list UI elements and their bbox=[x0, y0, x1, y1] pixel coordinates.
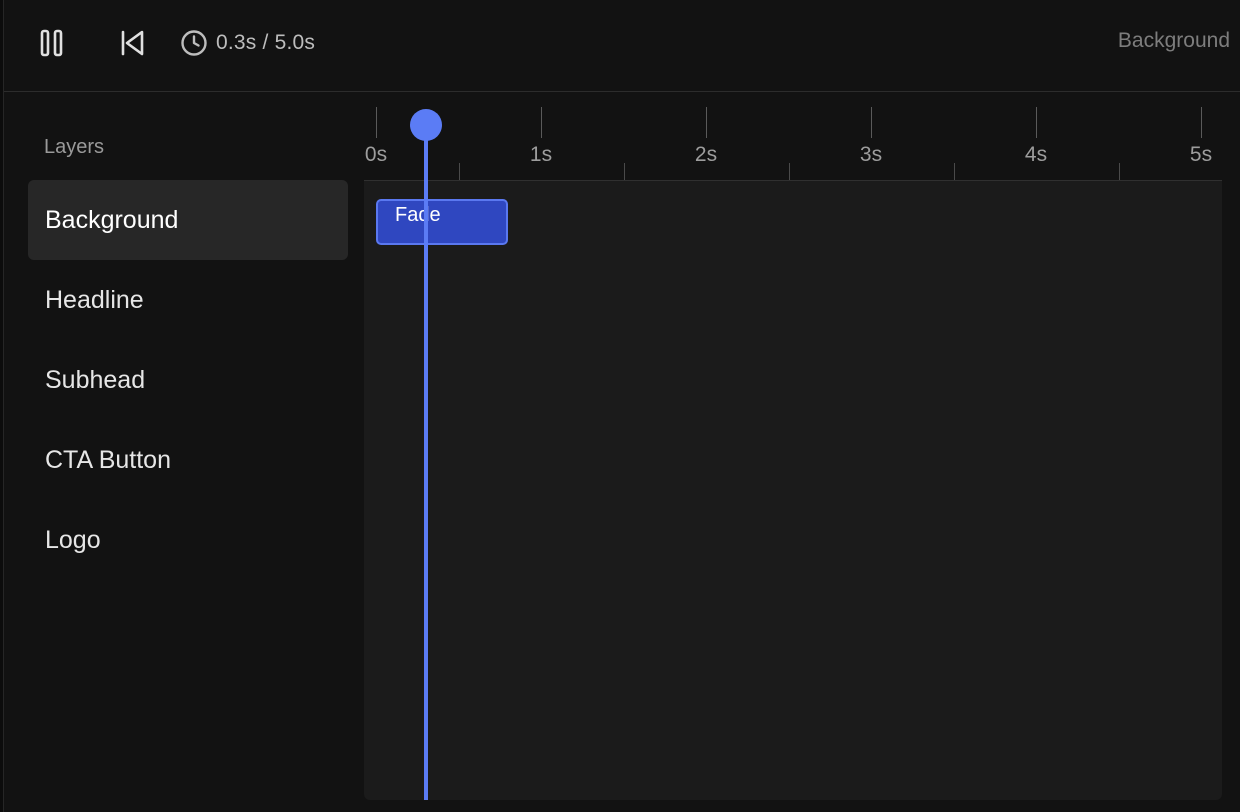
ruler-minor-tick bbox=[458, 163, 460, 180]
layer-label: Subhead bbox=[45, 365, 146, 394]
timeline-area[interactable]: 0s 1s 2s 3s 4s 5s Fade bbox=[364, 92, 1222, 800]
layer-label: CTA Button bbox=[45, 445, 171, 474]
timeline-tracks[interactable]: Fade bbox=[364, 181, 1222, 800]
ruler-tick-label: 3s bbox=[859, 143, 883, 166]
selected-layer-label: Background bbox=[1117, 29, 1230, 52]
animation-clip-fade[interactable]: Fade bbox=[376, 199, 508, 245]
pause-button[interactable] bbox=[34, 26, 70, 60]
layer-item-logo[interactable]: Logo bbox=[28, 500, 348, 580]
clock-icon bbox=[181, 30, 207, 56]
ruler-major-tick bbox=[376, 107, 377, 138]
skip-to-start-icon bbox=[121, 30, 144, 56]
layer-label: Logo bbox=[45, 525, 101, 554]
pause-icon bbox=[40, 29, 63, 57]
ruler-tick-label: 5s bbox=[1189, 143, 1213, 166]
ruler-major-tick bbox=[541, 107, 542, 138]
ruler-major-tick bbox=[1036, 107, 1037, 138]
layer-item-subhead[interactable]: Subhead bbox=[28, 340, 348, 420]
ruler-tick-label: 1s bbox=[529, 143, 553, 166]
playhead-handle[interactable] bbox=[409, 109, 442, 141]
playhead-line[interactable] bbox=[423, 124, 428, 800]
ruler-tick-label: 2s bbox=[694, 143, 718, 166]
ruler-minor-tick bbox=[623, 163, 625, 180]
layer-label: Headline bbox=[45, 285, 144, 314]
ruler-minor-tick bbox=[1118, 163, 1120, 180]
layer-label: Background bbox=[45, 205, 179, 234]
time-readout: 0.3s / 5.0s bbox=[216, 31, 316, 54]
time-display: 0.3s / 5.0s bbox=[180, 29, 315, 57]
playback-toolbar: 0.3s / 5.0s Background bbox=[4, 0, 1240, 92]
layer-item-background[interactable]: Background bbox=[28, 180, 348, 260]
ruler-major-tick bbox=[706, 107, 707, 138]
ruler-minor-tick bbox=[788, 163, 790, 180]
layers-panel: Layers Background Headline Subhead CTA B… bbox=[4, 92, 354, 812]
ruler-major-tick bbox=[1201, 107, 1202, 138]
ruler-major-tick bbox=[871, 107, 872, 138]
time-ruler[interactable]: 0s 1s 2s 3s 4s 5s bbox=[364, 92, 1222, 181]
ruler-tick-label: 0s bbox=[364, 143, 388, 166]
restart-button[interactable] bbox=[114, 26, 150, 60]
ruler-minor-tick bbox=[953, 163, 955, 180]
layers-heading: Layers bbox=[44, 136, 105, 158]
layer-item-headline[interactable]: Headline bbox=[28, 260, 348, 340]
layer-item-cta-button[interactable]: CTA Button bbox=[28, 420, 348, 500]
ruler-tick-label: 4s bbox=[1024, 143, 1048, 166]
